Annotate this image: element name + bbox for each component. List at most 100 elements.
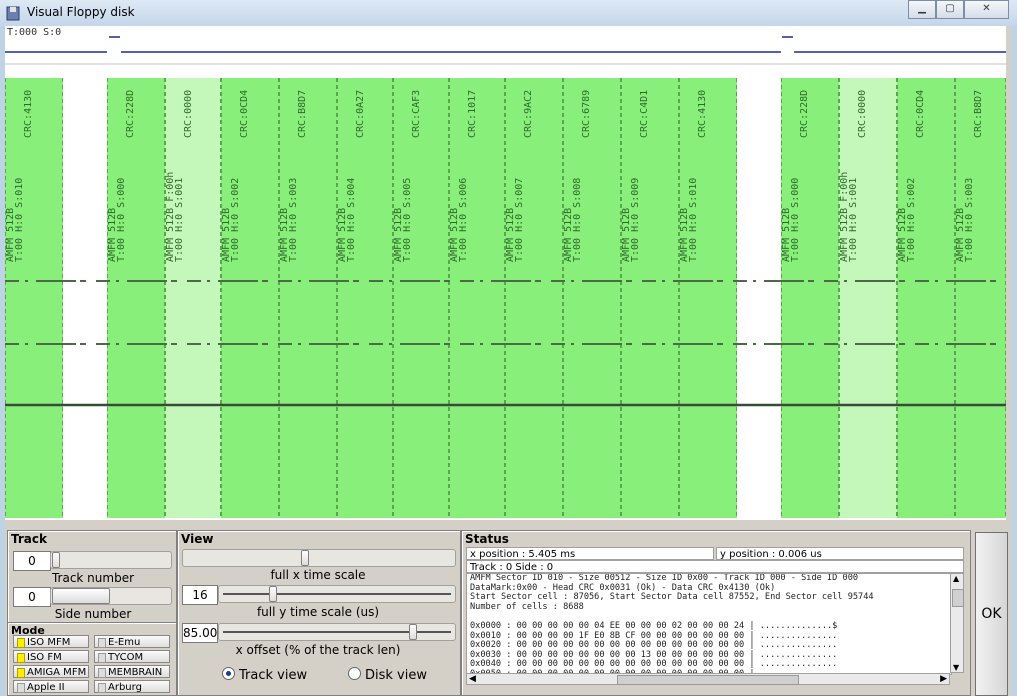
- sector-block[interactable]: AMFM 512B F:00hT:00 H:0 S:001CRC:0000: [839, 78, 897, 518]
- mode-apple-ii-button[interactable]: Apple II: [13, 680, 89, 693]
- sector-block[interactable]: AMFM 512BT:00 H:0 S:008CRC:6789: [563, 78, 621, 518]
- details-vertical-scrollbar[interactable]: ▲ ▼: [950, 573, 964, 673]
- led-icon: [17, 638, 25, 648]
- sector-rect: [679, 78, 737, 518]
- sector-label-text: CRC:CAF3: [411, 90, 422, 138]
- x-offset-label: x offset (% of the track len): [235, 643, 401, 657]
- sector-label-text: T:00 H:0 S:005: [402, 178, 413, 262]
- sector-block[interactable]: AMFM 512BT:00 H:0 S:005CRC:CAF3: [393, 78, 449, 518]
- sector-rect: [393, 78, 449, 518]
- sector-rect: [221, 78, 279, 518]
- main-content: AMFM 512B T:00 H:0 S:010 CRC:4130 AMFM 512B…: [5, 26, 1011, 696]
- sector-label-text: T:00 H:0 S:003: [288, 178, 299, 262]
- led-icon: [98, 668, 106, 678]
- sector-block[interactable]: AMFM 512B F:00hT:00 H:0 S:001CRC:0000: [165, 78, 221, 518]
- side-number-field[interactable]: 0: [13, 587, 51, 607]
- status-line: Number of cells : 8688: [470, 601, 584, 612]
- maximize-button[interactable]: ▢: [936, 0, 964, 19]
- sector-label-text: CRC:0A27: [355, 90, 366, 138]
- sector-label-text: CRC:6789: [581, 90, 592, 138]
- scroll-down-icon[interactable]: ▼: [953, 663, 959, 672]
- sector-label-text: T:00 H:0 S:010: [688, 178, 699, 262]
- sector-label-text: CRC:B8D7: [297, 90, 308, 138]
- disk-view-radio[interactable]: Disk view: [348, 667, 427, 683]
- track-view-label: Track view: [239, 668, 308, 683]
- sector-block[interactable]: AMFM 512BT:00 H:0 S:002CRC:0CD4: [221, 78, 279, 518]
- sector-block[interactable]: AMFM 512BT:00 H:0 S:003CRC:B8D7: [279, 78, 337, 518]
- vertical-scroll-thumb[interactable]: [952, 589, 964, 607]
- disk-view-label: Disk view: [365, 668, 427, 683]
- x-offset-thumb[interactable]: [409, 624, 417, 640]
- sector-label-text: T:00 H:0 S:000: [790, 178, 801, 262]
- led-icon: [17, 668, 25, 678]
- sector-block[interactable]: AMFM 512BT:00 H:0 S:007CRC:9AC2: [505, 78, 563, 518]
- sector-label-text: CRC:C4D1: [639, 90, 650, 138]
- sector-label-text: T:00 H:0 S:001: [848, 178, 859, 262]
- sector-block[interactable]: AMFM 512BT:00 H:0 S:010CRC:4130: [679, 78, 737, 518]
- scroll-up-icon[interactable]: ▲: [953, 574, 959, 583]
- led-icon: [98, 683, 106, 693]
- sector-label-text: CRC:228D: [799, 90, 810, 138]
- sector-label-text: T:00 H:0 S:009: [630, 178, 641, 262]
- sector-rect: [449, 78, 505, 518]
- sector-block[interactable]: AMFM 512BT:00 H:0 S:004CRC:0A27: [337, 78, 393, 518]
- x-scale-slider[interactable]: [182, 549, 456, 567]
- x-offset-slider[interactable]: [218, 623, 456, 641]
- sector-label-text: T:00 H:0 S:004: [346, 178, 357, 262]
- sector-rect: [107, 78, 165, 518]
- led-icon: [98, 653, 106, 663]
- sector-block[interactable]: AMFM 512BT:00 H:0 S:010CRC:4130: [5, 78, 63, 518]
- view-panel: View full x time scale 16 full y time sc…: [177, 530, 461, 696]
- sector-label-text: T:00 H:0 S:010: [14, 178, 25, 262]
- close-button[interactable]: ✕: [964, 0, 1009, 19]
- side-number-slider[interactable]: [50, 587, 172, 605]
- y-position-field: y position : 0.006 us: [716, 547, 964, 560]
- sector-block[interactable]: AMFM 512BT:00 H:0 S:000CRC:228D: [781, 78, 839, 518]
- sector-block[interactable]: AMFM 512BT:00 H:0 S:006CRC:1017: [449, 78, 505, 518]
- sector-block[interactable]: AMFM 512BT:00 H:0 S:009CRC:C4D1: [621, 78, 679, 518]
- scroll-right-icon[interactable]: ▶: [940, 674, 947, 684]
- ok-button[interactable]: OK: [975, 532, 1008, 696]
- track-number-slider[interactable]: [50, 551, 172, 569]
- status-panel: Status x position : 5.405 ms y position …: [461, 530, 971, 696]
- track-number-field[interactable]: 0: [13, 551, 51, 571]
- side-number-label: Side number: [54, 607, 132, 621]
- track-slider-thumb[interactable]: [52, 552, 60, 568]
- sector-label-text: CRC:B8D7: [973, 90, 984, 138]
- minimize-button[interactable]: ▁: [908, 0, 936, 19]
- mode-arburg-button[interactable]: Arburg: [94, 680, 170, 693]
- mode-iso-fm-button[interactable]: ISO FM: [13, 650, 89, 663]
- sector-block[interactable]: AMFM 512BT:00 H:0 S:002CRC:0CD4: [897, 78, 955, 518]
- sector-label-text: T:00 H:0 S:000: [116, 178, 127, 262]
- mode-tycom-button[interactable]: TYCOM: [94, 650, 170, 663]
- sector-block[interactable]: AMFM 512BT:00 H:0 S:000CRC:228D: [107, 78, 165, 518]
- track-visualization: AMFM 512BT:00 H:0 S:010CRC:4130 AMFM 512B…: [5, 36, 1006, 518]
- sector-label-text: T:00 H:0 S:002: [230, 178, 241, 262]
- y-scale-thumb[interactable]: [269, 586, 277, 602]
- track-panel-title: Track: [11, 532, 47, 546]
- sector-rect: [621, 78, 679, 518]
- details-horizontal-scrollbar[interactable]: ◀ ▶: [466, 673, 950, 685]
- y-scale-field[interactable]: 16: [182, 585, 218, 605]
- y-scale-slider[interactable]: [218, 585, 456, 603]
- sector-label-text: T:00 H:0 S:007: [514, 178, 525, 262]
- sector-rect: [781, 78, 839, 518]
- mode-membrain-button[interactable]: MEMBRAIN: [94, 665, 170, 678]
- scroll-left-icon[interactable]: ◀: [469, 674, 476, 684]
- sector-block[interactable]: AMFM 512BT:00 H:0 S:003CRC:B8D7: [955, 78, 1006, 518]
- mode-amiga-mfm-button[interactable]: AMIGA MFM: [13, 665, 89, 678]
- sector-label-text: T:00 H:0 S:006: [458, 178, 469, 262]
- track-view-canvas[interactable]: AMFM 512B T:00 H:0 S:010 CRC:4130 AMFM 512B…: [5, 26, 1006, 520]
- mode-iso-mfm-button[interactable]: ISO MFM: [13, 635, 89, 648]
- mode-button-label: Arburg: [108, 682, 142, 693]
- track-view-radio[interactable]: Track view: [222, 667, 307, 683]
- mode-e-emu-button[interactable]: E-Emu: [94, 635, 170, 648]
- track-side-field: Track : 0 Side : 0: [466, 560, 964, 573]
- track-panel: Track 0 Track number 0 Side number: [7, 530, 177, 624]
- x-offset-field[interactable]: 85.00: [182, 623, 218, 643]
- side-slider-thumb[interactable]: [52, 588, 110, 604]
- sector-details-text[interactable]: AMFM Sector ID 010 - Size 00512 - Size I…: [466, 573, 952, 675]
- horizontal-scroll-thumb[interactable]: [617, 675, 799, 685]
- x-scale-thumb[interactable]: [301, 550, 309, 566]
- radio-dot-icon: [348, 667, 361, 680]
